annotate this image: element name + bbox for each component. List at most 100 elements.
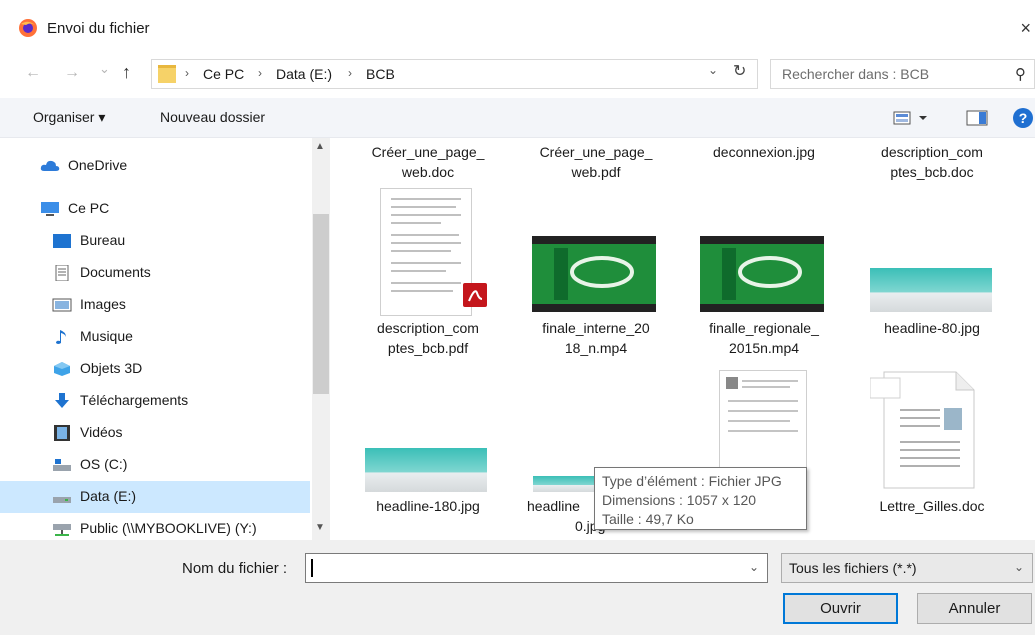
preview-pane-icon[interactable] [966, 110, 988, 126]
file-tile[interactable]: description_com ptes_bcb.pdf [353, 318, 503, 358]
chevron-down-icon[interactable]: ⌄ [749, 560, 759, 574]
sidebar-item-musique[interactable]: Musique [0, 321, 310, 353]
file-tile[interactable]: Lettre_Gilles.doc [857, 496, 1007, 516]
desktop-icon [53, 234, 71, 248]
scroll-down-icon[interactable]: ▼ [315, 522, 325, 533]
file-tile[interactable]: headline 0.jpg [527, 496, 606, 536]
sidebar-item-label: Musique [80, 328, 133, 344]
scrollbar-thumb[interactable] [313, 214, 329, 394]
sidebar-item-videos[interactable]: Vidéos [0, 417, 310, 449]
sidebar-item-label: OS (C:) [80, 456, 128, 472]
documents-icon [55, 265, 69, 281]
help-icon[interactable]: ? [1013, 108, 1033, 128]
tooltip-size: Taille : 49,7 Ko [602, 511, 694, 527]
sidebar-item-public-y[interactable]: Public (\\MYBOOKLIVE) (Y:) [0, 513, 310, 540]
open-button[interactable]: Ouvrir [783, 593, 898, 624]
search-input[interactable]: Rechercher dans : BCB ⚲ [770, 59, 1035, 89]
breadcrumb-ce-pc[interactable]: Ce PC [203, 66, 244, 82]
sidebar-item-telechargements[interactable]: Téléchargements [0, 385, 310, 417]
close-icon[interactable]: × [1020, 18, 1031, 39]
sidebar-item-documents[interactable]: Documents [0, 257, 310, 289]
back-arrow-icon[interactable]: ← [25, 64, 41, 82]
view-options-icon[interactable] [893, 110, 929, 126]
sidebar-item-label: Documents [80, 264, 151, 280]
word-document-thumbnail [869, 370, 980, 490]
scroll-up-icon[interactable]: ▲ [315, 141, 325, 152]
title-bar: Envoi du fichier × [0, 0, 1035, 56]
file-name-line: 0.jpg [575, 518, 606, 534]
file-tile[interactable]: deconnexion.jpg [689, 142, 839, 162]
up-arrow-icon[interactable]: ↑ [122, 62, 131, 83]
folder-icon [158, 65, 176, 83]
search-placeholder: Rechercher dans : BCB [782, 66, 930, 82]
file-name-line: headline-80.jpg [884, 320, 980, 336]
sidebar-item-label: Ce PC [68, 200, 110, 216]
address-history-chevron-icon[interactable]: ⌄ [708, 63, 718, 77]
drive-icon [53, 497, 71, 503]
sidebar-item-label: Data (E:) [80, 488, 137, 504]
images-icon [52, 298, 72, 312]
file-name-line: web.doc [401, 164, 455, 180]
video-thumbnail [532, 236, 656, 312]
file-tile[interactable]: finalle_regionale_ 2015n.mp4 [689, 318, 839, 358]
video-logo-icon [554, 248, 634, 300]
sidebar-item-objets-3d[interactable]: Objets 3D [0, 353, 310, 385]
file-info-tooltip: Type d’élément : Fichier JPG Dimensions … [594, 467, 807, 530]
tooltip-dimensions: Dimensions : 1057 x 120 [602, 492, 757, 508]
tooltip-type: Type d’élément : Fichier JPG [602, 473, 782, 489]
sidebar-scrollbar[interactable] [312, 138, 330, 540]
music-icon [56, 330, 66, 344]
file-tile[interactable]: headline-80.jpg [857, 318, 1007, 338]
pdf-thumbnail [380, 188, 472, 316]
new-folder-button[interactable]: Nouveau dossier [160, 109, 265, 125]
video-thumbnail [700, 236, 824, 312]
objects3d-icon [54, 362, 70, 376]
file-tile[interactable]: description_com ptes_bcb.doc [857, 142, 1007, 182]
file-name-line: Créer_une_page_ [539, 144, 653, 160]
breadcrumb-separator: › [258, 66, 262, 80]
document-preview-icon [391, 198, 461, 292]
download-icon [55, 393, 69, 408]
file-tile[interactable]: Créer_une_page_ web.doc [353, 142, 503, 182]
sidebar-item-os-c[interactable]: OS (C:) [0, 449, 310, 481]
file-name-line: description_com [377, 320, 479, 336]
file-tile[interactable]: finale_interne_20 18_n.mp4 [521, 318, 671, 358]
sidebar-item-data-e[interactable]: Data (E:) [0, 481, 310, 513]
forward-arrow-icon[interactable]: → [64, 64, 80, 82]
file-tile[interactable]: headline-180.jpg [353, 496, 503, 516]
refresh-icon[interactable]: ↻ [733, 61, 746, 81]
file-name-line: deconnexion.jpg [713, 144, 815, 160]
file-name-line: Lettre_Gilles.doc [879, 498, 985, 514]
sidebar-item-label: Images [80, 296, 126, 312]
sidebar-item-onedrive[interactable]: OneDrive [0, 150, 310, 182]
file-type-select[interactable]: Tous les fichiers (*.*) ⌄ [781, 553, 1033, 583]
file-type-value: Tous les fichiers (*.*) [789, 560, 917, 576]
file-name-line: Créer_une_page_ [371, 144, 485, 160]
search-icon[interactable]: ⚲ [1015, 65, 1026, 83]
sidebar-item-ce-pc[interactable]: Ce PC [0, 193, 310, 225]
organize-menu-button[interactable]: Organiser ▾ [33, 109, 105, 126]
sidebar-item-label: OneDrive [68, 157, 128, 173]
command-toolbar: Organiser ▾ Nouveau dossier [0, 98, 1035, 138]
file-name-line: finalle_regionale_ [709, 320, 819, 336]
chevron-down-icon: ⌄ [1013, 560, 1024, 574]
breadcrumb-bcb[interactable]: BCB [366, 66, 395, 82]
file-name-line: 2015n.mp4 [728, 340, 800, 356]
filename-input[interactable]: ⌄ [305, 553, 768, 583]
sidebar-item-images[interactable]: Images [0, 289, 310, 321]
image-thumbnail [365, 448, 487, 492]
recent-locations-icon[interactable]: ⌄ [99, 61, 110, 77]
cancel-button[interactable]: Annuler [917, 593, 1032, 624]
file-tile[interactable]: Créer_une_page_ web.pdf [521, 142, 671, 182]
file-name-line: web.pdf [571, 164, 621, 180]
breadcrumb-separator: › [348, 66, 352, 80]
sidebar-item-label: Bureau [80, 232, 126, 248]
network-drive-icon [53, 524, 71, 536]
sidebar-item-label: Téléchargements [80, 392, 189, 408]
sidebar-item-bureau[interactable]: Bureau [0, 225, 310, 257]
computer-icon [41, 202, 59, 216]
address-bar[interactable]: › Ce PC › Data (E:) › BCB [151, 59, 758, 89]
file-name-line: ptes_bcb.doc [890, 164, 974, 180]
breadcrumb-data-e[interactable]: Data (E:) [276, 66, 332, 82]
file-name-line: ptes_bcb.pdf [387, 340, 469, 356]
